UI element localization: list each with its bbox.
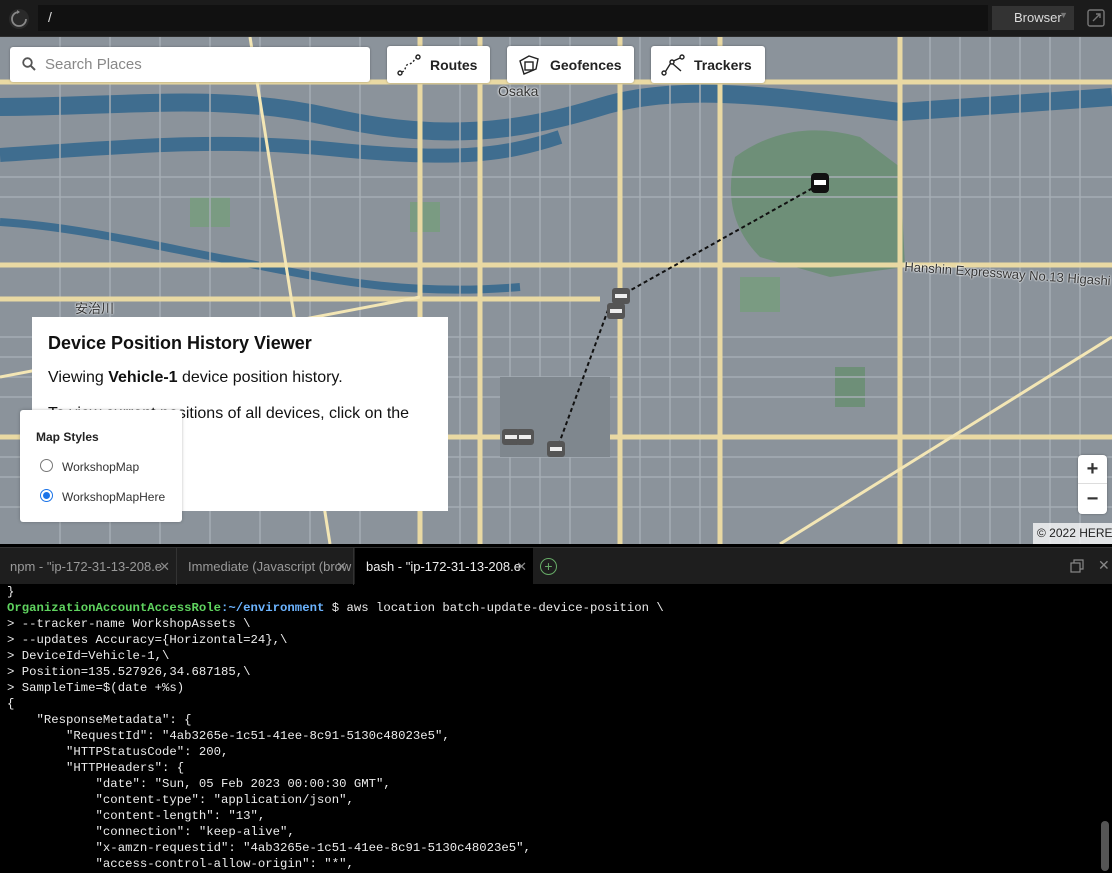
radio-workshopmaphere[interactable]	[40, 489, 53, 502]
add-tab-icon[interactable]: +	[540, 558, 557, 575]
browser-dropdown[interactable]: Browser ▼	[992, 6, 1074, 30]
search-placeholder: Search Places	[45, 56, 142, 73]
prompt-user: OrganizationAccountAccessRole	[7, 601, 222, 615]
terminal-line: "ResponseMetadata": {	[7, 713, 192, 727]
terminal-line: > Position=135.527926,34.687185,\	[7, 665, 251, 679]
geofences-label: Geofences	[550, 57, 622, 73]
terminal-scrollbar[interactable]	[1101, 821, 1109, 871]
terminal-line: "content-type": "application/json",	[7, 793, 354, 807]
prompt-path: :~/environment	[221, 601, 325, 615]
panel-title: Device Position History Viewer	[48, 333, 312, 353]
terminal-line: > --tracker-name WorkshopAssets \	[7, 617, 251, 631]
terminal-line: > SampleTime=$(date +%s)	[7, 681, 185, 695]
routes-button[interactable]: Routes	[387, 46, 490, 83]
route-icon	[397, 54, 421, 76]
geofences-button[interactable]: Geofences	[507, 46, 634, 83]
terminal-line: "access-control-allow-origin": "*",	[7, 857, 354, 871]
routes-label: Routes	[430, 57, 478, 73]
terminal-line: "connection": "keep-alive",	[7, 825, 295, 839]
terminal-line: "HTTPStatusCode": 200,	[7, 745, 229, 759]
map-styles-panel: Map Styles WorkshopMap WorkshopMapHere	[20, 410, 182, 522]
popout-icon[interactable]	[1086, 8, 1106, 28]
close-icon[interactable]: ✕	[516, 559, 527, 575]
close-icon[interactable]: ✕	[336, 559, 347, 575]
command-text: aws location batch-update-device-positio…	[346, 601, 664, 615]
search-box[interactable]: Search Places	[10, 47, 370, 82]
terminal-line: "HTTPHeaders": {	[7, 761, 185, 775]
close-icon[interactable]: ✕	[159, 559, 170, 575]
trackers-label: Trackers	[694, 57, 752, 73]
osaka-label: Osaka	[498, 83, 539, 99]
zoom-control: + −	[1078, 455, 1107, 514]
zoom-out-button[interactable]: −	[1078, 485, 1107, 514]
river-label: 安治川	[75, 301, 115, 316]
address-bar: / Browser ▼	[0, 0, 1112, 37]
zoom-in-button[interactable]: +	[1078, 455, 1107, 484]
terminal-line: "x-amzn-requestid": "4ab3265e-1c51-41ee-…	[7, 841, 531, 855]
viewing-text: Viewing Vehicle-1 device position histor…	[48, 369, 343, 386]
terminal-tab-bar: npm - "ip-172-31-13-208.e ✕ Immediate (J…	[0, 547, 1112, 585]
tab-bash[interactable]: bash - "ip-172-31-13-208.e ✕	[355, 548, 533, 585]
radio-workshopmap[interactable]	[40, 459, 53, 472]
terminal-line: "content-length": "13",	[7, 809, 266, 823]
close-panel-icon[interactable]: ✕	[1098, 557, 1110, 574]
chevron-down-icon: ▼	[1059, 10, 1068, 20]
maximize-icon[interactable]	[1070, 559, 1084, 573]
tab-npm[interactable]: npm - "ip-172-31-13-208.e ✕	[0, 548, 177, 585]
vehicle-marker	[811, 173, 829, 193]
terminal-line: {	[7, 697, 15, 711]
trackers-button[interactable]: Trackers	[651, 46, 765, 83]
map-attribution[interactable]: © 2022 HERE	[1033, 523, 1112, 544]
map-view[interactable]: Search Places Routes Geofences Trackers …	[0, 37, 1112, 544]
map-styles-title: Map Styles	[36, 430, 99, 444]
terminal-line: "RequestId": "4ab3265e-1c51-41ee-8c91-51…	[7, 729, 450, 743]
geofence-icon	[519, 55, 539, 75]
prompt-sign: $	[324, 601, 347, 615]
tab-immediate[interactable]: Immediate (Javascript (brow ✕	[178, 548, 354, 585]
terminal-line: }	[7, 585, 15, 599]
terminal-line: "date": "Sun, 05 Feb 2023 00:00:30 GMT",	[7, 777, 391, 791]
search-icon	[22, 57, 36, 71]
terminal-line: > DeviceId=Vehicle-1,\	[7, 649, 170, 663]
tracker-icon	[661, 54, 685, 76]
terminal-line: > --updates Accuracy={Horizontal=24},\	[7, 633, 288, 647]
terminal-output[interactable]: } OrganizationAccountAccessRole:~/enviro…	[0, 585, 1112, 873]
device-name: Vehicle-1	[108, 369, 178, 386]
url-field[interactable]: /	[38, 5, 988, 31]
refresh-icon[interactable]	[8, 8, 30, 30]
browser-label: Browser	[1014, 10, 1062, 25]
